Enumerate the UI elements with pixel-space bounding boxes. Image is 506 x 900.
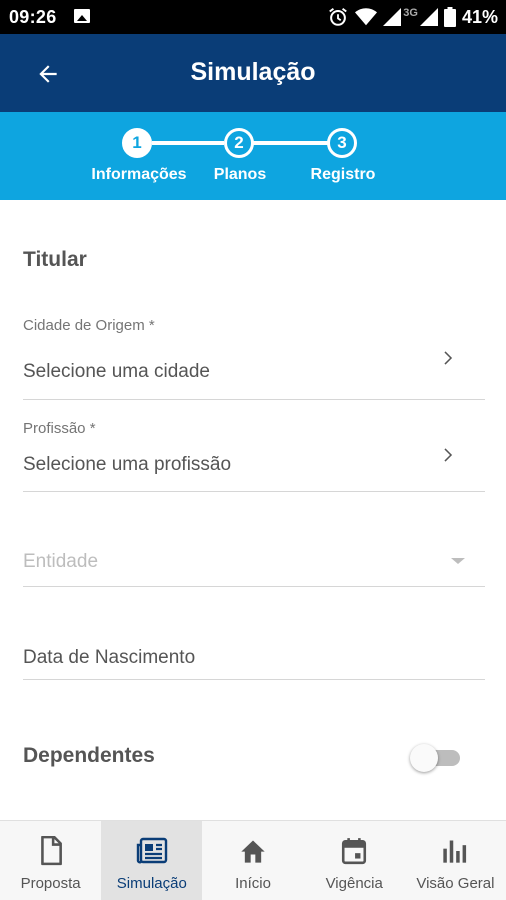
battery-percent: 41% xyxy=(461,6,498,27)
signal-icon-2 xyxy=(419,8,438,26)
calendar-icon xyxy=(338,835,370,867)
profissao-label: Profissão * xyxy=(23,420,96,437)
nav-label: Vigência xyxy=(325,875,383,892)
profissao-value[interactable]: Selecione uma profissão xyxy=(23,454,231,476)
nascimento-placeholder[interactable]: Data de Nascimento xyxy=(23,647,195,669)
cidade-value[interactable]: Selecione uma cidade xyxy=(23,361,210,383)
bottom-nav: Proposta Simulação Início Vigência Visão… xyxy=(0,820,506,900)
stepper: 1 2 3 Informações Planos Registro xyxy=(0,112,506,200)
newspaper-icon xyxy=(136,835,168,867)
signal-icon xyxy=(383,8,402,26)
step-3-label: Registro xyxy=(310,166,376,183)
nav-item-proposta[interactable]: Proposta xyxy=(0,821,101,900)
status-time: 09:26 xyxy=(9,7,57,27)
nascimento-underline xyxy=(23,679,485,680)
nav-item-simulacao[interactable]: Simulação xyxy=(101,821,203,900)
status-icons: 3G 41% xyxy=(327,5,498,29)
nav-item-inicio[interactable]: Início xyxy=(202,821,303,900)
toggle-thumb xyxy=(410,744,438,772)
step-connector xyxy=(152,141,224,145)
image-notification-icon xyxy=(74,9,90,23)
app-bar: Simulação xyxy=(0,34,506,112)
profissao-underline xyxy=(23,491,485,492)
step-connector xyxy=(252,141,328,145)
nav-label: Simulação xyxy=(116,875,187,892)
entidade-placeholder: Entidade xyxy=(23,551,99,572)
page-title: Simulação xyxy=(190,58,316,86)
nav-item-vigencia[interactable]: Vigência xyxy=(304,821,405,900)
dropdown-arrow-icon xyxy=(451,558,465,564)
step-2-circle[interactable]: 2 xyxy=(224,128,254,158)
step-1-circle[interactable]: 1 xyxy=(122,128,152,158)
nav-item-visao-geral[interactable]: Visão Geral xyxy=(405,821,506,900)
home-icon xyxy=(237,835,269,867)
chevron-right-icon[interactable] xyxy=(438,349,456,367)
nav-label: Início xyxy=(235,875,271,892)
wifi-icon xyxy=(355,8,378,26)
network-type: 3G xyxy=(403,7,418,19)
nav-label: Proposta xyxy=(20,875,81,892)
dependentes-toggle[interactable] xyxy=(410,744,462,772)
step-2-label: Planos xyxy=(213,166,267,183)
bar-chart-icon xyxy=(439,835,471,867)
step-3-circle[interactable]: 3 xyxy=(327,128,357,158)
section-title-titular: Titular xyxy=(23,248,87,271)
battery-icon xyxy=(443,7,456,27)
chevron-right-icon[interactable] xyxy=(438,446,456,464)
step-1-label: Informações xyxy=(91,166,187,183)
nav-label: Visão Geral xyxy=(416,875,495,892)
status-bar: 09:26 3G 41% xyxy=(0,0,506,34)
entidade-underline xyxy=(23,586,485,587)
document-icon xyxy=(35,835,67,867)
cidade-label: Cidade de Origem * xyxy=(23,317,155,334)
alarm-icon xyxy=(329,7,348,26)
cidade-underline xyxy=(23,399,485,400)
dependentes-label: Dependentes xyxy=(23,744,155,767)
